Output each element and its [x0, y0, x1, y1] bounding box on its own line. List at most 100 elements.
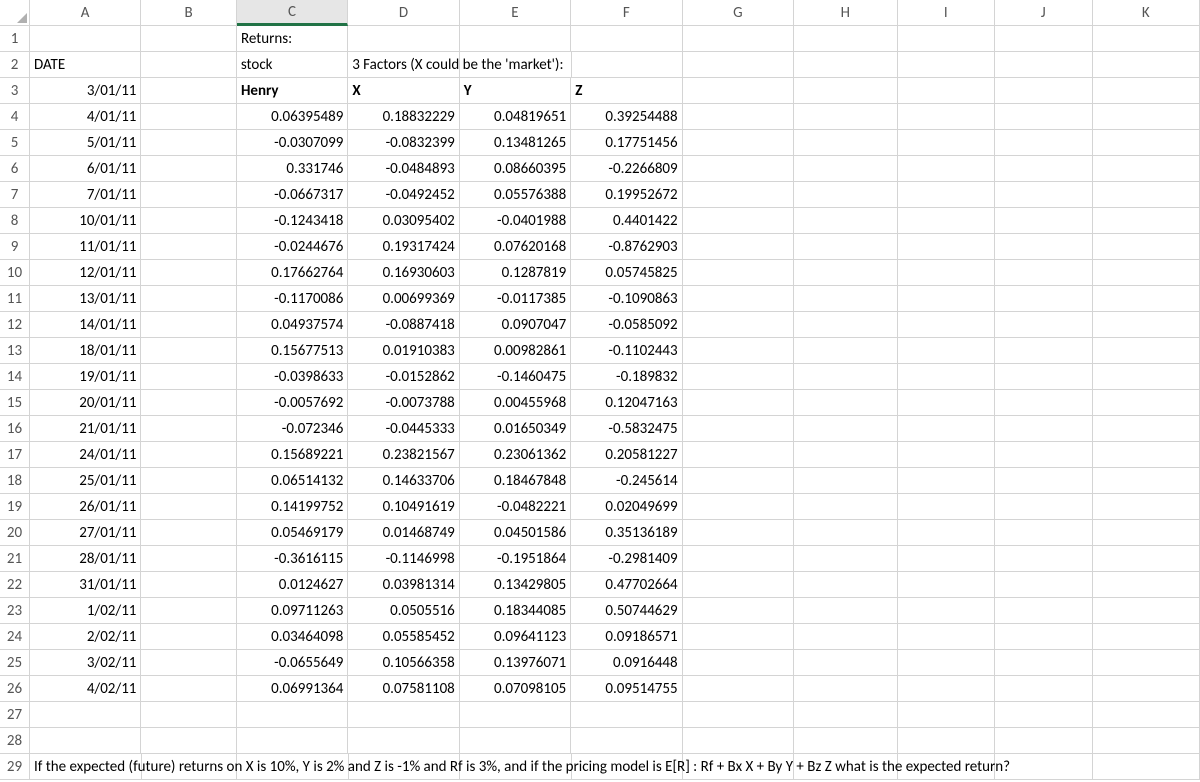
cell-A29[interactable]: If the expected (future) returns on X is…: [30, 754, 142, 780]
cell-F18[interactable]: -0.245614: [571, 468, 682, 494]
cell-G24[interactable]: [683, 624, 794, 650]
cell-I21[interactable]: [898, 546, 996, 572]
cell-F20[interactable]: 0.35136189: [571, 520, 682, 546]
cell-D23[interactable]: 0.0505516: [348, 598, 459, 624]
cell-B17[interactable]: [141, 442, 237, 468]
cell-J27[interactable]: [995, 702, 1093, 728]
cell-D3[interactable]: X: [348, 78, 459, 104]
cell-D2[interactable]: 3 Factors (X could be the 'market'):: [348, 52, 460, 78]
cell-B22[interactable]: [141, 572, 237, 598]
cell-A4[interactable]: 4/01/11: [30, 104, 141, 130]
cell-F25[interactable]: 0.0916448: [571, 650, 682, 676]
row-header-22[interactable]: 22: [0, 572, 30, 598]
row-header-20[interactable]: 20: [0, 520, 30, 546]
cell-I20[interactable]: [898, 520, 996, 546]
cell-B6[interactable]: [141, 156, 237, 182]
cell-D9[interactable]: 0.19317424: [348, 234, 459, 260]
cell-A12[interactable]: 14/01/11: [30, 312, 141, 338]
cell-E7[interactable]: 0.05576388: [460, 182, 571, 208]
cell-A9[interactable]: 11/01/11: [30, 234, 141, 260]
cell-G21[interactable]: [683, 546, 794, 572]
cell-I12[interactable]: [898, 312, 996, 338]
cell-K27[interactable]: [1093, 702, 1200, 728]
cell-I11[interactable]: [898, 286, 996, 312]
cell-B7[interactable]: [141, 182, 237, 208]
cell-J9[interactable]: [995, 234, 1093, 260]
cell-K3[interactable]: [1093, 78, 1200, 104]
cell-B24[interactable]: [141, 624, 237, 650]
cell-I5[interactable]: [898, 130, 996, 156]
cell-C17[interactable]: 0.15689221: [237, 442, 348, 468]
cell-I6[interactable]: [898, 156, 996, 182]
cell-J23[interactable]: [995, 598, 1093, 624]
cell-E26[interactable]: 0.07098105: [460, 676, 571, 702]
cell-H5[interactable]: [794, 130, 897, 156]
cell-B21[interactable]: [141, 546, 237, 572]
cell-I19[interactable]: [898, 494, 996, 520]
cell-J5[interactable]: [995, 130, 1093, 156]
cell-A26[interactable]: 4/02/11: [30, 676, 141, 702]
cell-I2[interactable]: [898, 52, 995, 78]
cell-A16[interactable]: 21/01/11: [30, 416, 141, 442]
cell-A20[interactable]: 27/01/11: [30, 520, 141, 546]
cell-C14[interactable]: -0.0398633: [237, 364, 348, 390]
cell-B9[interactable]: [141, 234, 237, 260]
cell-J10[interactable]: [995, 260, 1093, 286]
cell-F28[interactable]: [571, 728, 682, 754]
cell-A24[interactable]: 2/02/11: [30, 624, 141, 650]
row-header-5[interactable]: 5: [0, 130, 30, 156]
cell-E13[interactable]: 0.00982861: [460, 338, 571, 364]
cell-K2[interactable]: [1093, 52, 1200, 78]
column-header-J[interactable]: J: [995, 0, 1093, 26]
cell-D6[interactable]: -0.0484893: [348, 156, 459, 182]
cell-K5[interactable]: [1093, 130, 1200, 156]
cell-J8[interactable]: [995, 208, 1093, 234]
cell-D18[interactable]: 0.14633706: [348, 468, 459, 494]
cell-B1[interactable]: [141, 26, 237, 52]
cell-D12[interactable]: -0.0887418: [348, 312, 459, 338]
cell-J25[interactable]: [995, 650, 1093, 676]
cell-A6[interactable]: 6/01/11: [30, 156, 141, 182]
cell-J3[interactable]: [995, 78, 1093, 104]
cell-B10[interactable]: [141, 260, 237, 286]
cell-K18[interactable]: [1093, 468, 1200, 494]
cell-C20[interactable]: 0.05469179: [237, 520, 348, 546]
cell-A7[interactable]: 7/01/11: [30, 182, 141, 208]
cell-E9[interactable]: 0.07620168: [460, 234, 571, 260]
cell-E14[interactable]: -0.1460475: [460, 364, 571, 390]
cell-B26[interactable]: [141, 676, 237, 702]
cell-F24[interactable]: 0.09186571: [571, 624, 682, 650]
cell-K21[interactable]: [1093, 546, 1200, 572]
cell-C2[interactable]: stock: [237, 52, 348, 78]
cell-B14[interactable]: [141, 364, 237, 390]
cell-J21[interactable]: [995, 546, 1093, 572]
cell-E5[interactable]: 0.13481265: [460, 130, 571, 156]
cell-E8[interactable]: -0.0401988: [460, 208, 571, 234]
row-header-11[interactable]: 11: [0, 286, 30, 312]
cell-K10[interactable]: [1093, 260, 1200, 286]
row-header-1[interactable]: 1: [0, 26, 30, 52]
cell-H4[interactable]: [794, 104, 897, 130]
cell-J24[interactable]: [995, 624, 1093, 650]
cell-G22[interactable]: [683, 572, 794, 598]
cell-D26[interactable]: 0.07581108: [348, 676, 459, 702]
cell-D4[interactable]: 0.18832229: [348, 104, 459, 130]
row-header-15[interactable]: 15: [0, 390, 30, 416]
cell-G10[interactable]: [683, 260, 794, 286]
cell-G18[interactable]: [683, 468, 794, 494]
cell-H14[interactable]: [794, 364, 897, 390]
cell-C7[interactable]: -0.0667317: [237, 182, 348, 208]
cell-K4[interactable]: [1093, 104, 1200, 130]
cell-B27[interactable]: [141, 702, 237, 728]
cell-G16[interactable]: [683, 416, 794, 442]
column-header-C[interactable]: C: [237, 0, 348, 26]
row-header-12[interactable]: 12: [0, 312, 30, 338]
cell-K13[interactable]: [1093, 338, 1200, 364]
cell-E11[interactable]: -0.0117385: [460, 286, 571, 312]
cell-I23[interactable]: [898, 598, 996, 624]
cell-F6[interactable]: -0.2266809: [571, 156, 682, 182]
row-header-4[interactable]: 4: [0, 104, 30, 130]
cell-G1[interactable]: [683, 26, 794, 52]
cell-A5[interactable]: 5/01/11: [30, 130, 141, 156]
cell-E16[interactable]: 0.01650349: [460, 416, 571, 442]
